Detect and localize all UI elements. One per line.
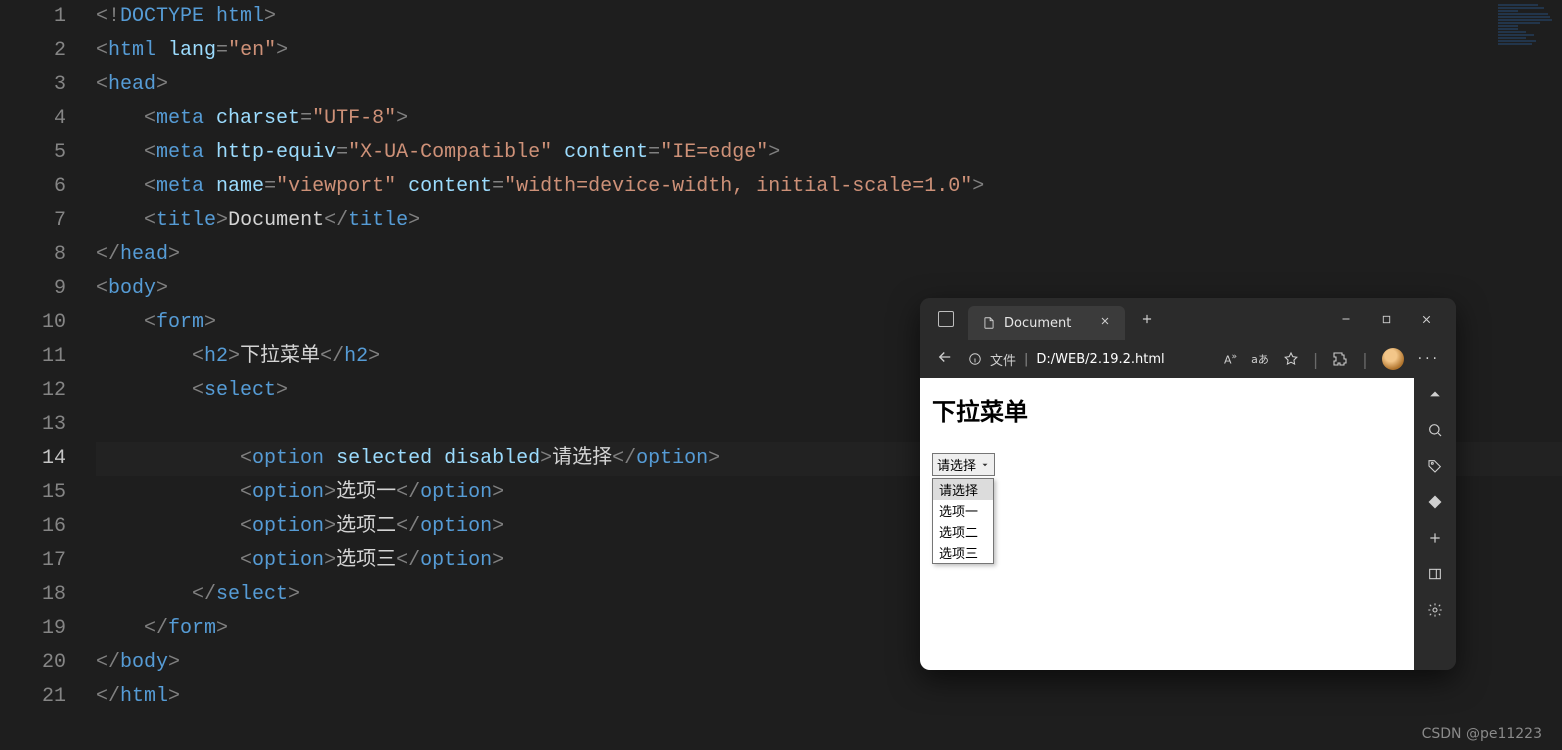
code-line[interactable]: </head> [96, 238, 1562, 272]
chevron-down-icon [980, 460, 990, 470]
line-number: 15 [0, 476, 66, 510]
diamond-icon[interactable] [1427, 494, 1443, 510]
line-number: 5 [0, 136, 66, 170]
select-dropdown[interactable]: 请选择 [932, 453, 995, 476]
profile-avatar[interactable] [1382, 348, 1404, 370]
search-icon[interactable] [1427, 422, 1443, 438]
plus-icon [1140, 312, 1154, 326]
minimize-button[interactable] [1326, 303, 1366, 335]
close-icon [1420, 313, 1433, 326]
favorite-button[interactable] [1283, 351, 1299, 367]
maximize-button[interactable] [1366, 303, 1406, 335]
line-number: 19 [0, 612, 66, 646]
line-number: 18 [0, 578, 66, 612]
new-tab-button[interactable] [1133, 305, 1161, 333]
code-line[interactable]: <meta name="viewport" content="width=dev… [96, 170, 1562, 204]
dropdown-option[interactable]: 请选择 [933, 479, 993, 500]
url-type-label: 文件 [990, 350, 1016, 369]
line-number: 8 [0, 238, 66, 272]
url-display[interactable]: 文件 | D:/WEB/2.19.2.html [968, 350, 1210, 369]
titlebar: Document [920, 298, 1456, 340]
page-heading: 下拉菜单 [932, 392, 1402, 427]
minimize-icon [1340, 313, 1352, 325]
dropdown-option[interactable]: 选项三 [933, 542, 993, 563]
code-line[interactable]: <!DOCTYPE html> [96, 0, 1562, 34]
page-viewport: 下拉菜单 请选择 请选择选项一选项二选项三 [920, 378, 1414, 670]
maximize-icon [1381, 314, 1392, 325]
code-line[interactable]: <head> [96, 68, 1562, 102]
minimap[interactable] [1498, 4, 1558, 50]
line-number: 21 [0, 680, 66, 714]
selected-option-label: 请选择 [937, 455, 976, 474]
info-icon [968, 352, 982, 366]
translate-button[interactable]: aあ [1251, 351, 1269, 367]
line-number: 9 [0, 272, 66, 306]
back-button[interactable] [936, 348, 954, 370]
dropdown-option[interactable]: 选项二 [933, 521, 993, 542]
line-number: 6 [0, 170, 66, 204]
edge-sidebar [1414, 378, 1456, 670]
line-number-gutter: 123456789101112131415161718192021 [0, 0, 84, 714]
tab-title: Document [1004, 316, 1071, 331]
line-number: 12 [0, 374, 66, 408]
code-line[interactable]: <meta http-equiv="X-UA-Compatible" conte… [96, 136, 1562, 170]
code-line[interactable]: <meta charset="UTF-8"> [96, 102, 1562, 136]
dropdown-list[interactable]: 请选择选项一选项二选项三 [932, 478, 994, 564]
address-bar: 文件 | D:/WEB/2.19.2.html A» aあ | | ··· [920, 340, 1456, 378]
tag-icon[interactable] [1427, 458, 1443, 474]
line-number: 17 [0, 544, 66, 578]
line-number: 13 [0, 408, 66, 442]
browser-window: Document 文件 | D:/WEB/2.19.2.html A» aあ [920, 298, 1456, 670]
line-number: 7 [0, 204, 66, 238]
plus-sidebar-icon[interactable] [1427, 530, 1443, 546]
browser-tab[interactable]: Document [968, 306, 1125, 340]
extensions-button[interactable] [1332, 351, 1348, 367]
watermark: CSDN @pe11223 [1422, 726, 1542, 742]
dropdown-option[interactable]: 选项一 [933, 500, 993, 521]
line-number: 20 [0, 646, 66, 680]
settings-icon[interactable] [1427, 602, 1443, 618]
line-number: 11 [0, 340, 66, 374]
caret-up-icon[interactable] [1427, 386, 1443, 402]
panel-icon[interactable] [1427, 566, 1443, 582]
close-tab-button[interactable] [1099, 315, 1111, 331]
line-number: 1 [0, 0, 66, 34]
line-number: 2 [0, 34, 66, 68]
line-number: 10 [0, 306, 66, 340]
line-number: 3 [0, 68, 66, 102]
line-number: 14 [0, 442, 66, 476]
close-icon [1099, 315, 1111, 327]
code-line[interactable]: <html lang="en"> [96, 34, 1562, 68]
tab-actions-icon[interactable] [938, 311, 954, 327]
line-number: 16 [0, 510, 66, 544]
close-window-button[interactable] [1406, 303, 1446, 335]
window-controls [1326, 303, 1456, 335]
read-aloud-button[interactable]: A» [1224, 351, 1237, 367]
arrow-left-icon [936, 348, 954, 366]
more-menu-button[interactable]: ··· [1418, 351, 1440, 367]
file-icon [982, 316, 996, 330]
code-line[interactable]: <title>Document</title> [96, 204, 1562, 238]
code-line[interactable]: </html> [96, 680, 1562, 714]
url-path: D:/WEB/2.19.2.html [1036, 352, 1164, 367]
line-number: 4 [0, 102, 66, 136]
